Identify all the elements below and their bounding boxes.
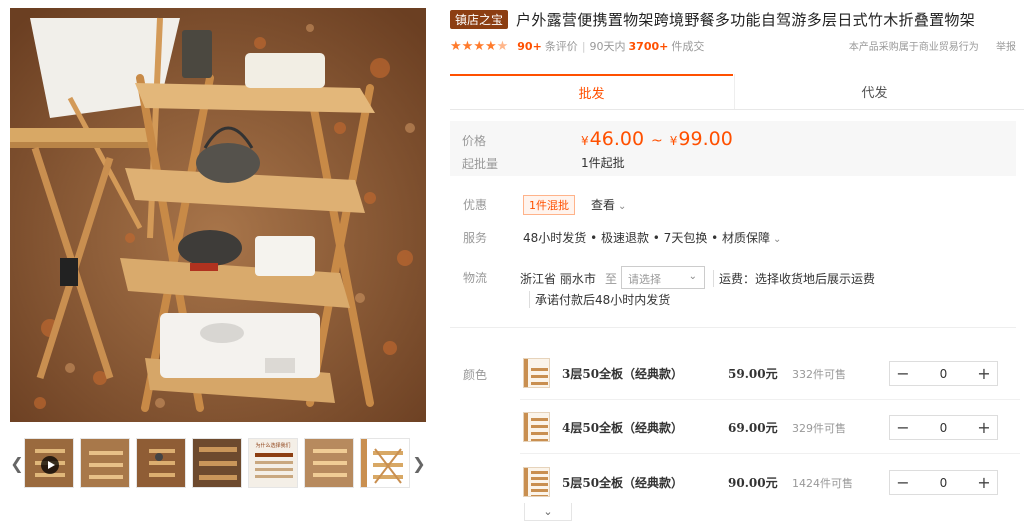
plus-button[interactable]: + [971,471,997,494]
shop-badge: 镇店之宝 [450,9,509,29]
sku-thumbnail[interactable] [523,467,550,497]
service-label: 服务 [463,231,488,245]
sales-count: 3700+ [628,39,669,53]
review-label[interactable]: 条评价 [545,38,578,54]
minus-button[interactable]: − [890,471,916,494]
thumbnail-feature-text: 为什么选择我们 [255,443,291,449]
star-half-icon: ★ [496,38,509,54]
star-icon: ★ [450,38,462,54]
thumbnail-features[interactable]: 为什么选择我们 [248,438,298,488]
logistics-label: 物流 [463,271,488,285]
currency-symbol: ¥ [669,134,678,148]
price-max: 99.00 [678,128,733,150]
play-icon [41,456,59,474]
sku-stock: 329件可售 [792,422,846,435]
promo-label: 优惠 [463,198,488,212]
report-link[interactable]: 举报 [996,42,1016,53]
promo-view-link[interactable]: 查看 ⌄ [591,196,626,213]
sku-row: 4层50全板（经典款） 69.00元 329件可售 − 0 + [520,410,1020,454]
product-title-row: 镇店之宝 户外露营便携置物架跨境野餐多功能自驾游多层日式竹木折叠置物架 [450,9,1024,29]
product-title: 户外露营便携置物架跨境野餐多功能自驾游多层日式竹木折叠置物架 [516,10,976,29]
chevron-down-icon: ⌄ [618,201,627,212]
star-icon: ★ [473,38,485,54]
chevron-right-icon[interactable]: ❯ [412,436,426,491]
price-range-sep: ~ [651,133,663,149]
sku-price: 90.00元 [728,476,778,490]
currency-symbol: ¥ [581,134,589,148]
sku-stock: 1424件可售 [792,477,853,490]
minus-button[interactable]: − [890,416,916,439]
destination-select[interactable]: 请选择 ⌄ [621,266,705,289]
chevron-left-icon[interactable]: ❮ [10,436,24,491]
sku-thumbnail[interactable] [523,412,550,442]
tab-wholesale[interactable]: 批发 [450,74,733,109]
quantity-input[interactable]: 0 [916,367,971,381]
meta-right: 本产品采购属于商业贸易行为 举报 [849,38,1016,53]
quantity-input[interactable]: 0 [916,421,971,435]
moq-label: 起批量 [462,157,499,171]
plus-button[interactable]: + [971,416,997,439]
chevron-down-icon: ⌄ [688,271,697,282]
quantity-stepper: − 0 + [889,415,998,440]
color-label: 颜色 [463,368,488,382]
price-range: ¥ 46.00 ~ ¥ 99.00 [581,128,733,150]
section-divider [450,327,1016,328]
sku-price: 59.00元 [728,367,778,381]
sku-row: 5层50全板（经典款） 90.00元 1424件可售 − 0 + [520,465,1020,499]
price-box: 价格 起批量 ¥ 46.00 ~ ¥ 99.00 1件起批 [450,121,1016,176]
chevron-down-icon: ⌄ [543,505,553,518]
row-divider [520,453,1020,454]
thumbnail-item[interactable] [136,438,186,488]
quantity-input[interactable]: 0 [916,476,971,490]
product-meta: ★ ★ ★ ★ ★ 90+ 条评价 | 90天内 3700+ 件成交 本产品采购… [450,38,1024,54]
shipping-origin: 浙江省 丽水市 [520,272,596,286]
thumbnail-video[interactable] [24,438,74,488]
price-min: 46.00 [589,128,645,150]
sku-thumbnail[interactable] [523,358,550,388]
thumbnail-item[interactable] [360,438,410,488]
sku-name: 3层50全板（经典款） [562,367,684,381]
star-icon: ★ [461,38,474,54]
destination-placeholder: 请选择 [628,273,661,286]
moq-value: 1件起批 [581,156,625,170]
chevron-down-icon: ⌄ [773,234,782,245]
sku-name: 5层50全板（经典款） [562,476,684,490]
thumbnail-item[interactable] [304,438,354,488]
sku-row: 3层50全板（经典款） 59.00元 332件可售 − 0 + [520,356,1020,400]
freight-info: 运费：选择收货地后展示运费 [713,270,875,287]
shipping-promise: 承诺付款后48小时内发货 [529,291,670,308]
thumbnail-item[interactable] [192,438,242,488]
promo-view-label: 查看 [591,198,616,212]
review-count[interactable]: 90+ [517,40,542,53]
quantity-stepper: − 0 + [889,470,998,495]
minus-button[interactable]: − [890,362,916,385]
expand-sku-button[interactable]: ⌄ [524,503,572,521]
meta-divider: | [581,39,586,53]
price-label: 价格 [462,134,487,148]
sku-price: 69.00元 [728,421,778,435]
promo-tag: 1件混批 [523,195,575,215]
sales-period: 90天内 [589,40,626,53]
main-product-image[interactable] [10,8,426,422]
rating-stars: ★ ★ ★ ★ ★ [450,40,508,53]
star-icon: ★ [484,38,497,54]
thumbnail-strip: ❮ 为什么选择我们 ❯ [10,436,426,491]
b2b-notice: 本产品采购属于商业贸易行为 [848,42,979,53]
plus-button[interactable]: + [971,362,997,385]
sku-name: 4层50全板（经典款） [562,421,684,435]
row-divider [520,399,1020,400]
shipping-to-label: 至 [605,272,618,286]
service-text: 48小时发货 • 极速退款 • 7天包换 • 材质保障 [523,231,771,245]
thumbnail-list: 为什么选择我们 [24,438,416,488]
sku-stock: 332件可售 [792,368,846,381]
purchase-mode-tabs: 批发 代发 [450,74,1024,110]
service-guarantees[interactable]: 48小时发货 • 极速退款 • 7天包换 • 材质保障 ⌄ [523,229,781,246]
thumbnail-item[interactable] [80,438,130,488]
quantity-stepper: − 0 + [889,361,998,386]
tab-dropship[interactable]: 代发 [734,74,1014,109]
sales-label: 件成交 [671,40,705,53]
